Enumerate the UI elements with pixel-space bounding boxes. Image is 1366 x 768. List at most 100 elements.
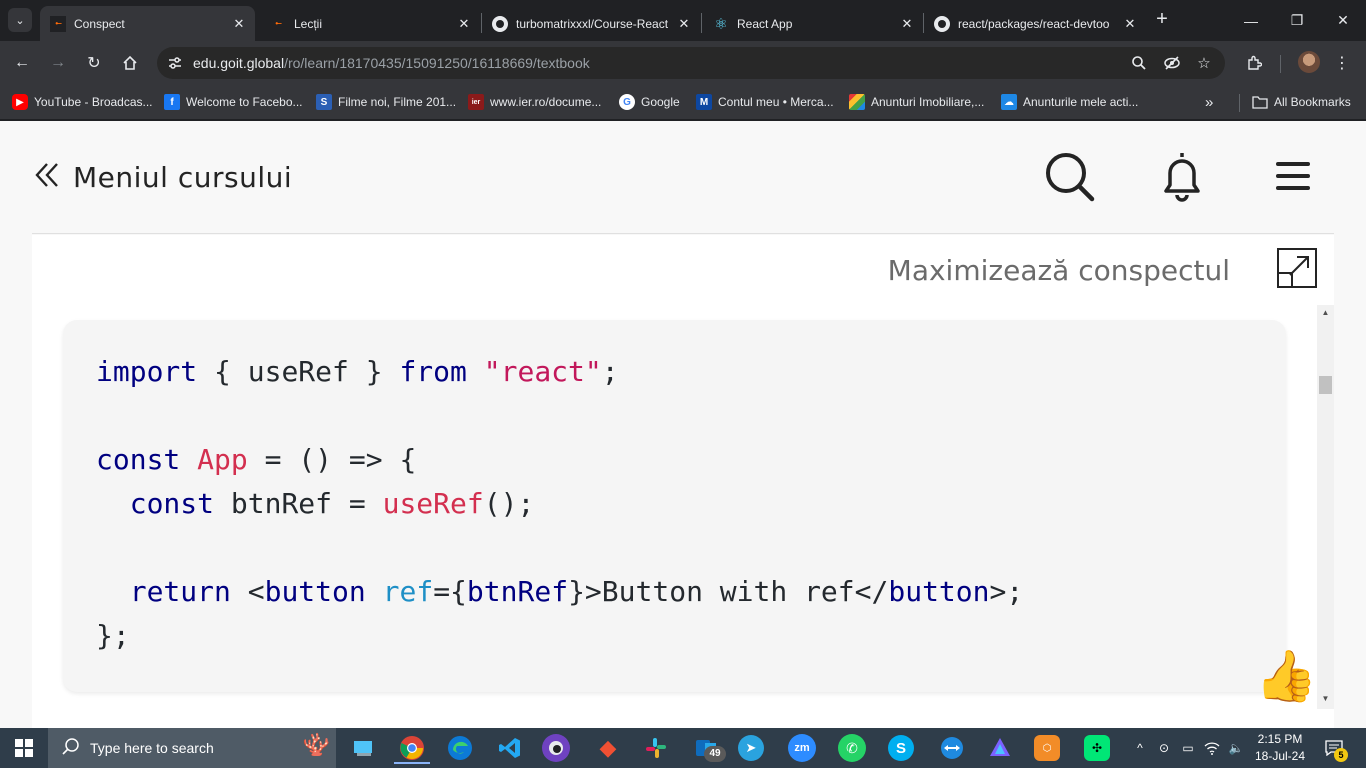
- chrome-icon[interactable]: [394, 732, 430, 764]
- new-tab-button[interactable]: +: [1151, 9, 1173, 31]
- pdf-tool-icon[interactable]: ⬡: [1034, 735, 1060, 761]
- url-text[interactable]: edu.goit.global/ro/learn/18170435/150912…: [193, 55, 590, 71]
- bell-icon[interactable]: [1156, 151, 1208, 203]
- skype-icon[interactable]: S: [888, 735, 914, 761]
- tray-wifi-icon[interactable]: [1202, 728, 1222, 768]
- code-token: App: [197, 443, 248, 476]
- system-clock[interactable]: 2:15 PM 18-Jul-24: [1246, 731, 1314, 765]
- bookmark-youtube[interactable]: ▶ YouTube - Broadcas...: [12, 92, 153, 112]
- overflow-label: »: [1205, 93, 1214, 111]
- back-button[interactable]: ←: [10, 51, 34, 75]
- code-token: btnRef =: [214, 487, 383, 520]
- vscode-icon[interactable]: [494, 732, 526, 764]
- code-token: ={: [433, 575, 467, 608]
- bookmark-google[interactable]: G Google: [619, 92, 680, 112]
- code-line: import { useRef } from "react";: [96, 350, 1023, 394]
- restore-button[interactable]: ❐: [1274, 0, 1320, 41]
- code-listing: import { useRef } from "react"; const Ap…: [96, 350, 1023, 658]
- code-token: };: [96, 619, 130, 652]
- bookmark-label: Welcome to Facebo...: [186, 95, 303, 109]
- bookmark-anunturi[interactable]: ☁ Anunturile mele acti...: [1001, 92, 1138, 112]
- search-icon[interactable]: [1044, 151, 1096, 203]
- outlook-unread-badge: 49: [704, 746, 726, 762]
- bookmark-mercado[interactable]: M Contul meu • Merca...: [696, 92, 834, 112]
- zoom-app-icon[interactable]: zm: [788, 734, 816, 762]
- all-bookmarks-button[interactable]: All Bookmarks: [1252, 92, 1351, 112]
- tab-title: react/packages/react-devtoo: [958, 16, 1110, 31]
- header-divider: [32, 233, 1334, 234]
- bookmark-filme[interactable]: S Filme noi, Filme 201...: [316, 92, 456, 112]
- notification-count-badge: 5: [1334, 748, 1348, 762]
- tab-react-app[interactable]: ⚛ React App ✕: [703, 6, 923, 41]
- site-info-icon[interactable]: [165, 53, 185, 73]
- tray-battery-icon[interactable]: ▭: [1178, 728, 1198, 768]
- address-bar[interactable]: edu.goit.global/ro/learn/18170435/150912…: [157, 47, 1225, 79]
- close-icon[interactable]: ✕: [1122, 16, 1138, 32]
- close-icon[interactable]: ✕: [899, 16, 915, 32]
- tab-react-devtools[interactable]: react/packages/react-devtoo ✕: [924, 6, 1146, 41]
- course-menu-link[interactable]: Meniul cursului: [33, 157, 292, 197]
- code-token: button: [264, 575, 366, 608]
- code-token: const: [129, 487, 215, 520]
- zoom-icon[interactable]: [1127, 53, 1151, 73]
- bookmark-label: Contul meu • Merca...: [718, 95, 834, 109]
- thumbs-up-reaction[interactable]: 👍: [1255, 648, 1317, 704]
- extensions-icon[interactable]: [1242, 51, 1266, 75]
- bookmark-label: Anunturile mele acti...: [1023, 95, 1139, 109]
- bookmark-ier[interactable]: ier www.ier.ro/docume...: [468, 92, 601, 112]
- bookmark-label: www.ier.ro/docume...: [490, 95, 602, 109]
- close-icon[interactable]: ✕: [676, 16, 692, 32]
- code-token: ();: [483, 487, 535, 520]
- forward-button[interactable]: →: [46, 51, 70, 75]
- maximize-conspect-button[interactable]: Maximizează conspectul: [888, 247, 1318, 294]
- slack-icon[interactable]: [640, 732, 672, 764]
- bookmark-imobiliare[interactable]: Anunturi Imobiliare,...: [849, 92, 984, 112]
- close-window-button[interactable]: ✕: [1320, 0, 1366, 41]
- edge-icon[interactable]: [444, 732, 476, 764]
- tab-search-button[interactable]: ⌄: [8, 8, 32, 32]
- minimize-button[interactable]: —: [1228, 0, 1274, 41]
- clock-date: 18-Jul-24: [1254, 749, 1306, 763]
- tab-title: Conspect: [74, 16, 125, 31]
- tray-meet-icon[interactable]: ⊙: [1154, 728, 1174, 768]
- app-tile-icon[interactable]: ✣: [1084, 735, 1110, 761]
- tray-overflow-chevron-icon[interactable]: ^: [1130, 728, 1150, 768]
- close-icon[interactable]: ✕: [231, 16, 247, 32]
- taskbar-search[interactable]: Type here to search 🪸: [48, 728, 336, 768]
- whatsapp-icon[interactable]: ✆: [838, 734, 866, 762]
- page-scrollbar[interactable]: ▲ ▼: [1317, 305, 1334, 709]
- code-token: }>Button with ref</: [568, 575, 889, 608]
- bookmark-facebook[interactable]: f Welcome to Facebo...: [164, 92, 303, 112]
- profile-avatar[interactable]: [1298, 51, 1320, 73]
- scroll-thumb[interactable]: [1319, 376, 1332, 394]
- task-view-icon[interactable]: [348, 732, 380, 764]
- bookmark-label: Filme noi, Filme 201...: [338, 95, 457, 109]
- scroll-up-arrow-icon[interactable]: ▲: [1317, 307, 1334, 319]
- hamburger-menu-icon[interactable]: [1268, 151, 1320, 203]
- search-icon: [62, 737, 80, 760]
- copilot-icon[interactable]: [984, 732, 1016, 764]
- tab-github-course[interactable]: turbomatrixxxl/Course-React ✕: [482, 6, 700, 41]
- reload-button[interactable]: ↻: [82, 51, 106, 75]
- close-icon[interactable]: ✕: [456, 16, 472, 32]
- bookmarks-overflow-button[interactable]: »: [1205, 92, 1213, 112]
- telegram-icon[interactable]: ➤: [738, 735, 764, 761]
- scroll-down-arrow-icon[interactable]: ▼: [1317, 693, 1334, 705]
- git-icon[interactable]: ◆: [592, 732, 624, 764]
- home-button[interactable]: [118, 51, 142, 75]
- eye-off-icon[interactable]: [1160, 53, 1184, 73]
- maximize-label: Maximizează conspectul: [887, 254, 1230, 287]
- github-desktop-icon[interactable]: [542, 734, 570, 762]
- star-icon[interactable]: ☆: [1192, 53, 1216, 73]
- chrome-menu-icon[interactable]: ⋮: [1330, 51, 1354, 75]
- outlook-icon[interactable]: 49: [690, 732, 726, 764]
- teamviewer-icon[interactable]: [936, 732, 968, 764]
- clock-time: 2:15 PM: [1257, 732, 1303, 746]
- tab-lectii[interactable]: •‒ Lecții ✕: [260, 6, 480, 41]
- all-bookmarks-label: All Bookmarks: [1274, 95, 1351, 109]
- start-button[interactable]: [0, 728, 48, 768]
- tray-volume-icon[interactable]: 🔈: [1226, 728, 1246, 768]
- tab-conspect[interactable]: •‒ Conspect ✕: [40, 6, 255, 41]
